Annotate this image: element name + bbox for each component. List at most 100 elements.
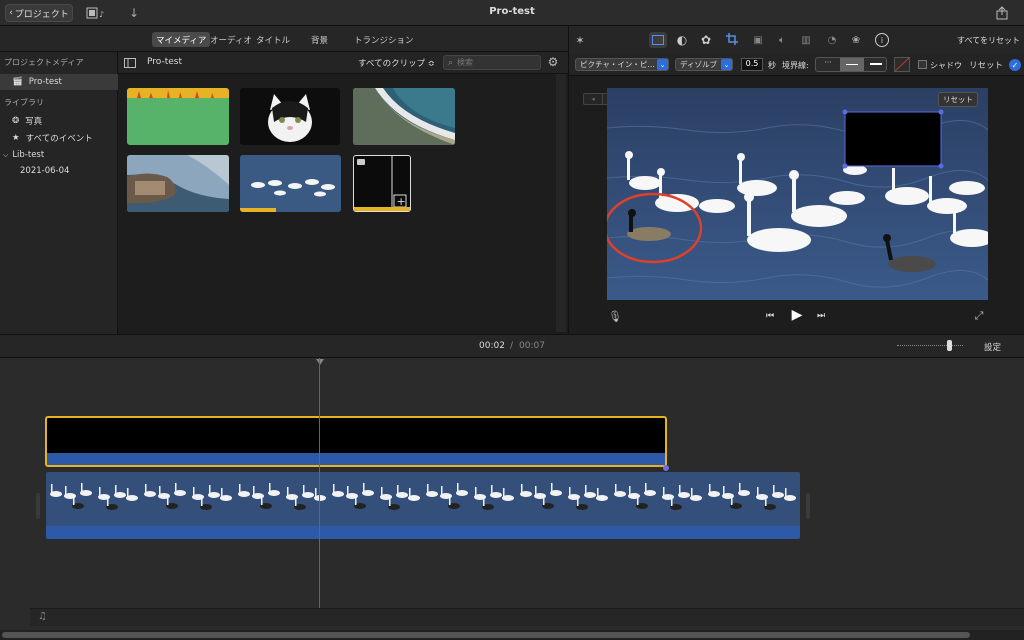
timeline-settings-button[interactable]: 設定 bbox=[984, 341, 1001, 353]
time-separator: / bbox=[510, 341, 514, 351]
pip-settings-bar: ピクチャ・イン・ピ… ⌄ ディゾルブ ⌄ 0.5 秒 境界線: ··· シャドウ… bbox=[568, 54, 1024, 76]
audio-track[interactable]: ♫ bbox=[30, 608, 1024, 626]
project-media-heading: プロジェクトメディア bbox=[4, 58, 84, 67]
photos-icon: ❂ bbox=[12, 116, 20, 126]
title-bar: ‹ プロジェクト ♪ ↓ Pro-test bbox=[0, 0, 1024, 26]
overlay-mode-dropdown[interactable]: ピクチャ・イン・ピ… ⌄ bbox=[575, 58, 669, 71]
clip-thumbnail-town[interactable] bbox=[127, 155, 229, 212]
all-events-label: すべてのイベント bbox=[25, 134, 93, 144]
microphone-icon[interactable]: 🎙︎ bbox=[608, 309, 622, 323]
color-balance-icon[interactable]: ◐ bbox=[675, 33, 689, 47]
library-heading: ライブラリ bbox=[4, 98, 44, 107]
total-time: 00:07 bbox=[519, 341, 545, 351]
timeline[interactable]: ♫ bbox=[0, 358, 1024, 640]
border-label: 境界線: bbox=[782, 61, 809, 70]
svg-text:+: + bbox=[397, 195, 406, 208]
stabilization-icon[interactable]: ▣ bbox=[751, 33, 765, 47]
border-dotted-option[interactable]: ··· bbox=[816, 58, 840, 71]
left-trim-handle[interactable] bbox=[36, 493, 40, 519]
clapper-icon: 🎬︎ bbox=[12, 77, 23, 87]
video-preview[interactable] bbox=[607, 88, 988, 300]
current-time: 00:02 bbox=[479, 341, 505, 351]
media-tabs: マイメディア オーディオ タイトル 背景 トランジション bbox=[0, 26, 568, 52]
crop-icon[interactable] bbox=[725, 32, 739, 46]
sidebar-item-event-date[interactable]: 2021-06-04 bbox=[0, 163, 118, 179]
search-icon: ⌕ bbox=[448, 57, 454, 68]
overlay-mode-value: ピクチャ・イン・ピ… bbox=[580, 60, 655, 69]
clip-thumbnail-green[interactable] bbox=[127, 88, 229, 145]
search-field[interactable]: ⌕ 検索 bbox=[443, 55, 541, 70]
next-icon[interactable]: ⏭︎ bbox=[815, 310, 827, 322]
shadow-label: シャドウ bbox=[930, 61, 962, 70]
shadow-checkbox[interactable] bbox=[918, 60, 927, 69]
duration-field[interactable]: 0.5 bbox=[741, 58, 763, 71]
border-thin-option[interactable] bbox=[840, 58, 864, 71]
border-thick-option[interactable] bbox=[864, 58, 888, 71]
volume-icon[interactable]: 🔈︎ bbox=[775, 33, 789, 47]
timeline-scrollbar-thumb[interactable] bbox=[2, 632, 970, 638]
zoom-slider[interactable] bbox=[897, 345, 963, 347]
project-item-label: Pro-test bbox=[28, 77, 62, 87]
fullscreen-icon[interactable]: ⤢ bbox=[972, 309, 986, 323]
share-icon[interactable] bbox=[995, 6, 1009, 20]
library-label: Lib-test bbox=[12, 150, 45, 160]
clip-filter-dropdown[interactable]: すべてのクリップ ≎ bbox=[358, 57, 435, 69]
info-icon[interactable]: i bbox=[875, 33, 889, 47]
overlay-clip-selected[interactable] bbox=[45, 416, 667, 467]
clip-connection-point[interactable] bbox=[663, 465, 669, 471]
tab-titles[interactable]: タイトル bbox=[252, 32, 294, 47]
clip-filter-icon[interactable]: ❀ bbox=[849, 33, 863, 47]
browser-scrollbar[interactable] bbox=[556, 74, 566, 332]
tab-backgrounds[interactable]: 背景 bbox=[307, 32, 332, 47]
sidebar-item-photos[interactable]: ❂ 写真 bbox=[0, 113, 118, 129]
library-sidebar: プロジェクトメディア 🎬︎ Pro-test ライブラリ ❂ 写真 ★ すべての… bbox=[0, 52, 118, 334]
timeline-header: 00:02 / 00:07 設定 bbox=[0, 334, 1024, 358]
border-style-segmented: ··· bbox=[815, 57, 887, 72]
clip-thumbnail-cat[interactable] bbox=[240, 88, 340, 145]
clip-thumbnail-black-selected[interactable]: + bbox=[353, 155, 411, 212]
reset-button[interactable]: リセット bbox=[969, 59, 1003, 71]
browser-title: Pro-test bbox=[147, 57, 182, 67]
browser-header: Pro-test すべてのクリップ ≎ ⌕ 検索 ⚙ bbox=[118, 52, 568, 74]
sidebar-item-library[interactable]: ⌵ Lib-test bbox=[0, 147, 118, 163]
checkmark-icon[interactable]: ✓ bbox=[1009, 59, 1021, 71]
reset-all-button[interactable]: すべてをリセット bbox=[957, 35, 1020, 46]
music-note-icon: ♫ bbox=[38, 611, 47, 622]
video-overlay-icon[interactable] bbox=[649, 32, 667, 48]
playhead-line[interactable] bbox=[319, 358, 320, 626]
viewer-panel: ◂ ◈ ◆ bbox=[568, 76, 1024, 334]
clip-thumbnail-swans[interactable] bbox=[240, 155, 341, 212]
sidebar-item-project[interactable]: 🎬︎ Pro-test bbox=[0, 74, 118, 90]
prev-keyframe-icon[interactable]: ◂ bbox=[584, 94, 602, 104]
speed-icon[interactable]: ◔ bbox=[825, 33, 839, 47]
border-color-swatch[interactable] bbox=[894, 57, 910, 72]
previous-icon[interactable]: ⏮︎ bbox=[764, 310, 776, 322]
equalizer-icon[interactable]: ▥ bbox=[799, 33, 813, 47]
zoom-slider-thumb[interactable] bbox=[947, 340, 952, 351]
disclosure-icon[interactable]: ⌵ bbox=[3, 151, 8, 160]
sidebar-item-all-events[interactable]: ★ すべてのイベント bbox=[0, 130, 118, 146]
tab-audio[interactable]: オーディオ bbox=[206, 32, 256, 47]
play-icon[interactable]: ▶ bbox=[789, 307, 805, 323]
right-trim-handle[interactable] bbox=[806, 493, 810, 519]
main-video-clip[interactable] bbox=[46, 472, 800, 539]
chevron-down-icon: ⌄ bbox=[721, 59, 732, 70]
event-date-label: 2021-06-04 bbox=[20, 166, 70, 176]
playhead-marker[interactable] bbox=[316, 358, 324, 365]
tab-my-media[interactable]: マイメディア bbox=[152, 32, 211, 47]
color-palette-icon[interactable]: ✿ bbox=[699, 33, 713, 47]
seconds-label: 秒 bbox=[768, 61, 776, 70]
search-placeholder: 検索 bbox=[457, 58, 474, 67]
magic-wand-icon[interactable]: ✶ bbox=[573, 33, 587, 47]
overlay-clip-audio bbox=[47, 453, 665, 465]
gear-icon[interactable]: ⚙ bbox=[546, 55, 560, 69]
clip-thumbnail-beach[interactable] bbox=[353, 88, 455, 145]
star-icon: ★ bbox=[12, 133, 20, 143]
sidebar-toggle-icon[interactable] bbox=[124, 57, 136, 68]
tab-transitions[interactable]: トランジション bbox=[350, 32, 418, 47]
photos-label: 写真 bbox=[25, 117, 43, 127]
timeline-scroll-track[interactable] bbox=[0, 630, 1024, 640]
viewer-reset-button[interactable]: リセット bbox=[938, 92, 978, 107]
transition-value: ディゾルブ bbox=[680, 60, 717, 69]
transition-dropdown[interactable]: ディゾルブ ⌄ bbox=[675, 58, 733, 71]
